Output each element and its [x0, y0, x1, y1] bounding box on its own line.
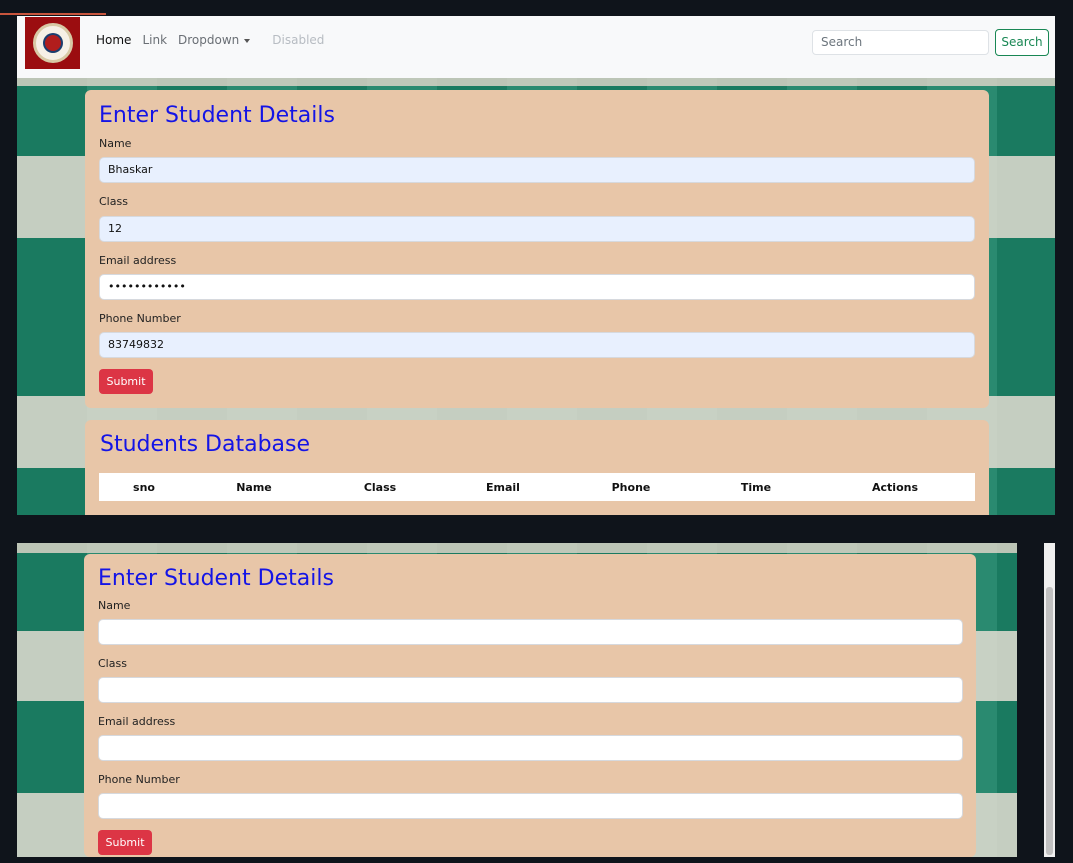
phone-field[interactable]: 83749832 [99, 332, 975, 358]
submit-button[interactable]: Submit [98, 830, 152, 855]
emblem-icon [32, 23, 73, 63]
student-form-card: Enter Student Details Name Bhaskar Class… [85, 90, 989, 408]
name-label: Name [99, 137, 132, 150]
name-label: Name [98, 599, 131, 612]
table-header: sno Name Class Email Phone Time Actions [99, 473, 975, 501]
window-accent-line [0, 13, 106, 15]
col-actions: Actions [872, 480, 918, 494]
class-label: Class [99, 195, 128, 208]
browser-view-top: Home Link Dropdown Disabled Search Searc… [17, 16, 1055, 515]
col-email: Email [486, 480, 520, 494]
search-input[interactable]: Search [812, 30, 989, 55]
class-label: Class [98, 657, 127, 670]
student-form-card: Enter Student Details Name Class Email a… [84, 554, 976, 857]
database-title: Students Database [100, 432, 311, 457]
nav-home[interactable]: Home [96, 33, 131, 47]
class-field[interactable] [98, 677, 963, 703]
bg-shelf [17, 78, 1055, 86]
nav-link[interactable]: Link [142, 33, 167, 47]
site-logo[interactable] [25, 17, 80, 69]
col-name: Name [236, 480, 272, 494]
name-field[interactable] [98, 619, 963, 645]
caret-down-icon [244, 38, 251, 43]
browser-view-bottom: Enter Student Details Name Class Email a… [17, 543, 1055, 857]
scrollbar-thumb[interactable] [1046, 587, 1053, 855]
nav-dropdown[interactable]: Dropdown [178, 33, 261, 47]
nav-dropdown-label: Dropdown [178, 33, 240, 47]
col-time: Time [740, 480, 772, 494]
email-label: Email address [99, 254, 177, 267]
class-field[interactable]: 12 [99, 216, 975, 242]
name-field[interactable]: Bhaskar [99, 157, 975, 183]
email-field[interactable]: •••••••••••• [99, 274, 975, 300]
phone-field[interactable] [98, 793, 963, 819]
search-button[interactable]: Search [995, 29, 1049, 56]
navbar: Home Link Dropdown Disabled Search Searc… [17, 16, 1055, 78]
email-label: Email address [98, 715, 176, 728]
phone-label: Phone Number [99, 312, 181, 325]
col-class: Class [363, 480, 397, 494]
nav-links: Home Link Dropdown Disabled [96, 33, 335, 47]
email-field[interactable] [98, 735, 963, 761]
bg-shelf [17, 543, 1017, 553]
col-sno: sno [133, 480, 155, 494]
submit-button[interactable]: Submit [99, 369, 153, 394]
phone-label: Phone Number [98, 773, 180, 786]
nav-disabled: Disabled [272, 33, 325, 47]
form-title: Enter Student Details [98, 566, 334, 591]
col-phone: Phone [611, 480, 651, 494]
form-title: Enter Student Details [99, 103, 335, 128]
